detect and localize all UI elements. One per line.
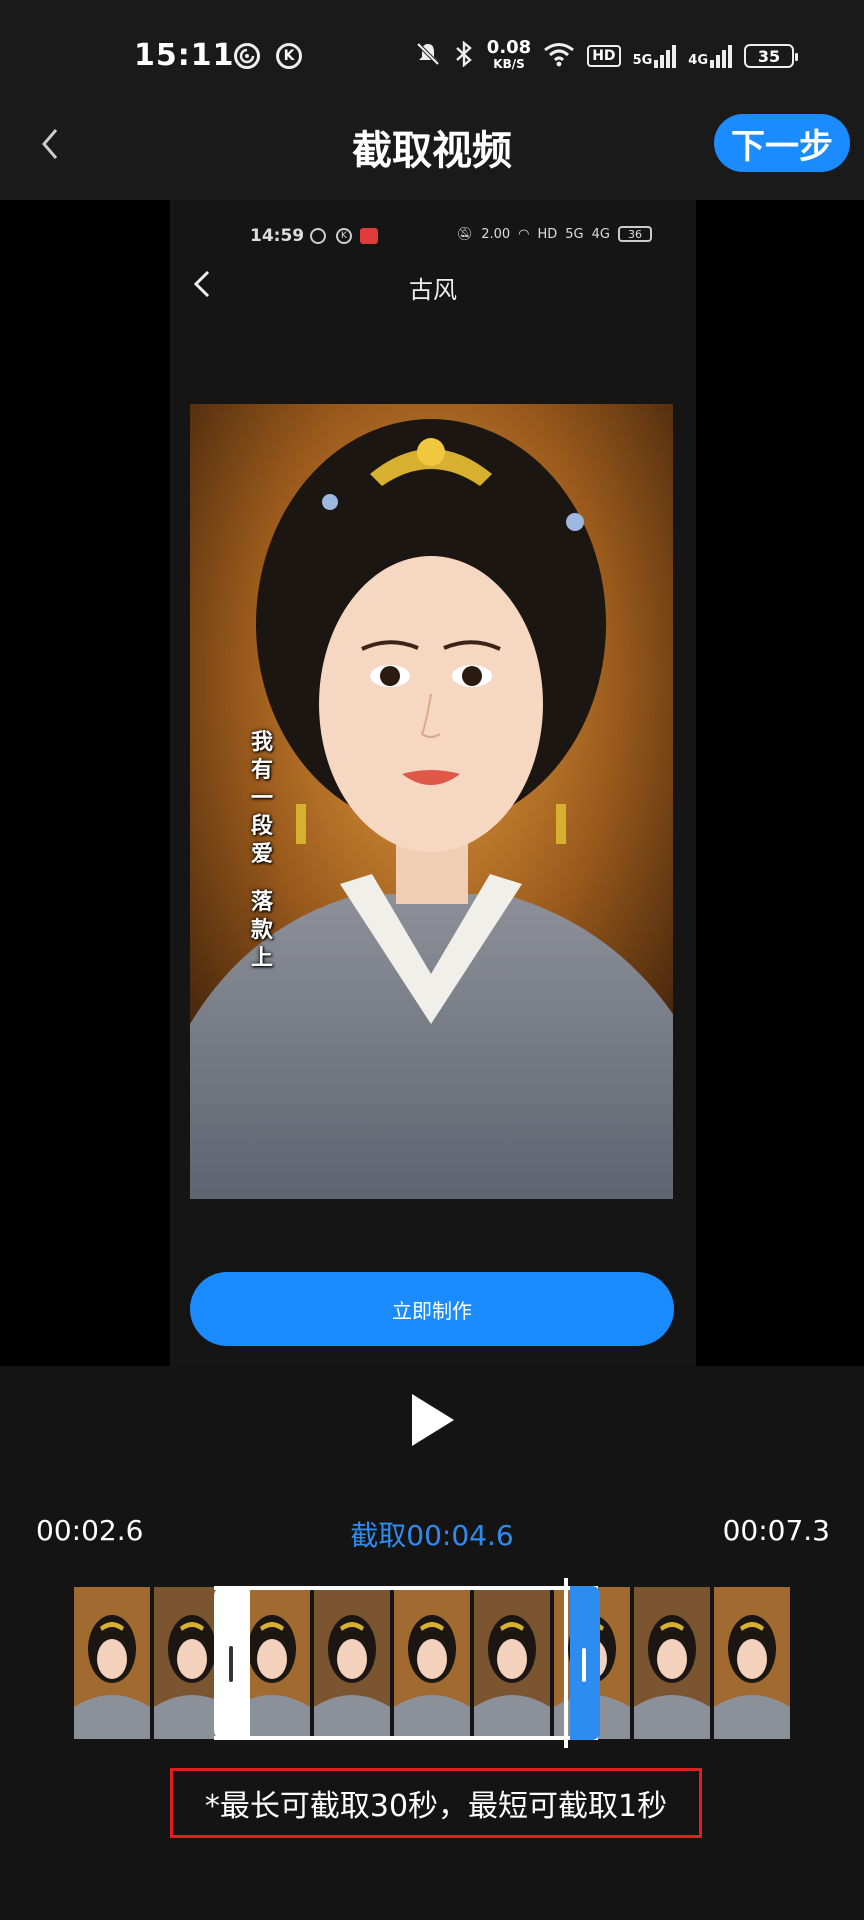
- record-badge-icon: [360, 228, 378, 244]
- signal-5g: 5G: [633, 44, 677, 68]
- status-right-group: 0.08 KB/S HD 5G 4G 35: [415, 37, 798, 72]
- filmstrip-frame: [634, 1587, 710, 1739]
- filmstrip-frame: [714, 1587, 790, 1739]
- overlay-poem-text: 我 有 一 段 爱 落 款 上: [250, 729, 273, 971]
- k-icon: K: [336, 228, 352, 244]
- inner-speed: 2.00: [481, 226, 511, 242]
- inner-title: 古风: [409, 276, 457, 304]
- bluetooth-icon: [453, 39, 475, 72]
- k-icon: K: [276, 43, 302, 69]
- wifi-icon: [543, 41, 575, 72]
- hd-badge: HD: [587, 45, 621, 67]
- status-bar: 15:11 K 0.08 KB/S HD 5G 4G 35: [0, 0, 864, 88]
- battery-icon: 35: [744, 44, 798, 68]
- inner-status-time: 14:59: [250, 226, 305, 246]
- wifi-icon: ◠: [518, 226, 530, 242]
- hd-badge: HD: [537, 226, 558, 242]
- trim-handle-left[interactable]: [214, 1586, 250, 1740]
- netease-icon: [310, 228, 326, 244]
- signal-5g: 5G: [565, 226, 584, 242]
- trim-limit-note: *最长可截取30秒，最短可截取1秒: [170, 1768, 702, 1838]
- recorded-screen: 14:59 K 🔕︎ 2.00 ◠ HD 5G 4G 36 古风 我 有 一 段…: [170, 200, 696, 1366]
- trim-end-time: 00:07.3: [722, 1514, 830, 1547]
- mute-icon: [415, 41, 441, 72]
- status-time: 15:11: [134, 38, 235, 73]
- filmstrip-frame: [74, 1587, 150, 1739]
- netease-icon: [234, 43, 260, 69]
- signal-4g: 4G: [688, 44, 732, 68]
- video-preview[interactable]: 14:59 K 🔕︎ 2.00 ◠ HD 5G 4G 36 古风 我 有 一 段…: [0, 200, 864, 1366]
- video-frame-image: 我 有 一 段 爱 落 款 上: [190, 404, 673, 1199]
- play-icon[interactable]: [408, 1392, 458, 1448]
- battery-icon: 36: [618, 226, 652, 242]
- playhead[interactable]: [564, 1578, 568, 1748]
- mute-icon: 🔕︎: [456, 226, 474, 242]
- trim-selection[interactable]: [214, 1586, 598, 1740]
- trim-handle-right[interactable]: [570, 1586, 600, 1740]
- next-step-button[interactable]: 下一步: [714, 114, 850, 172]
- signal-4g: 4G: [591, 226, 610, 242]
- inner-status-bar: 14:59 K 🔕︎ 2.00 ◠ HD 5G 4G 36: [170, 222, 696, 252]
- make-now-button: 立即制作: [190, 1272, 674, 1346]
- title-bar: 截取视频 下一步: [0, 88, 864, 200]
- network-speed: 0.08 KB/S: [486, 37, 532, 72]
